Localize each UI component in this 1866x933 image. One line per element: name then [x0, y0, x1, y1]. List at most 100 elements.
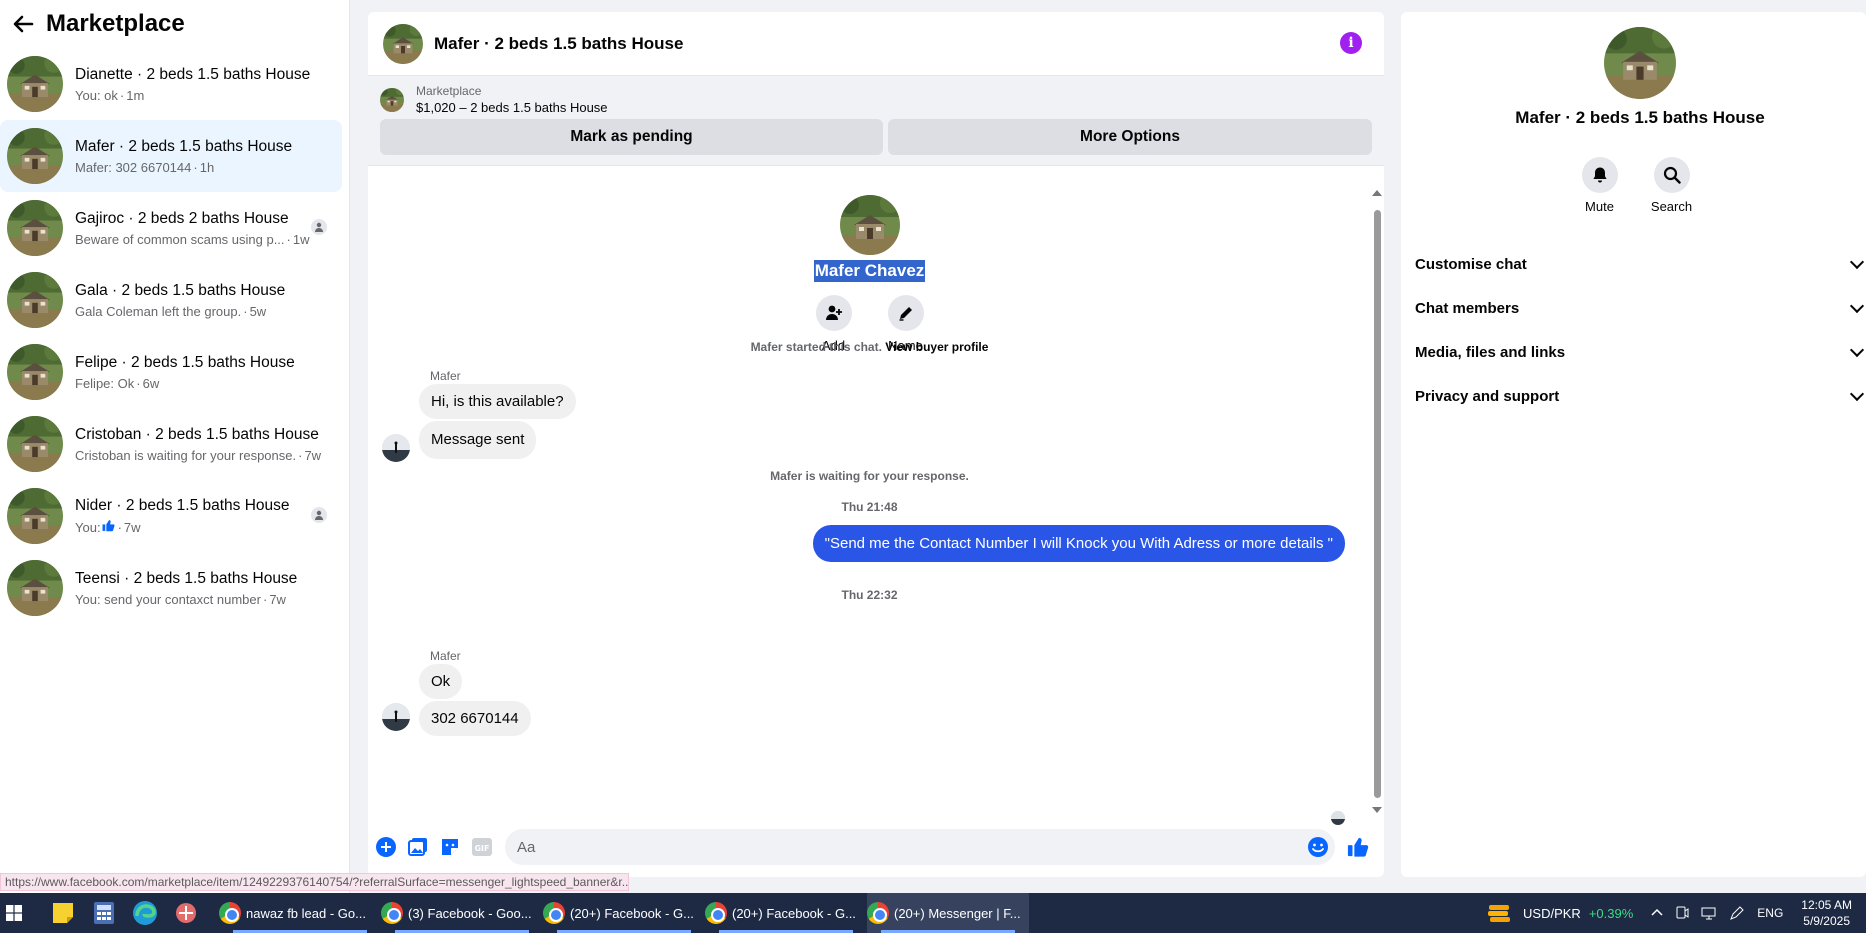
section-label: Privacy and support — [1415, 387, 1560, 405]
clock-date: 5/9/2025 — [1803, 914, 1850, 928]
conversation-avatar — [7, 416, 63, 472]
scroll-up-arrow[interactable] — [1372, 190, 1382, 196]
search-label: Search — [1650, 199, 1693, 214]
conversation-item[interactable]: Cristoban · 2 beds 1.5 baths House Cristo… — [0, 408, 341, 480]
profile-intro: Mafer Chavez Add Name — [368, 174, 1371, 353]
conversation-sidebar: Marketplace Dianette · 2 beds 1.5 baths … — [0, 0, 350, 893]
conversation-preview: You: send your contaxct number · 7w — [75, 591, 286, 607]
taskbar-window[interactable]: (3) Facebook - Goo... — [381, 893, 543, 933]
chat-scrollbar[interactable] — [1371, 174, 1384, 819]
conversation-preview: Beware of common scams using p... · 1w — [75, 231, 310, 247]
back-arrow-icon[interactable] — [10, 11, 36, 37]
sticky-notes-icon[interactable] — [48, 898, 78, 928]
gif-icon[interactable]: GIF — [471, 836, 493, 858]
conversation-avatar — [7, 344, 63, 400]
listing-info[interactable]: Marketplace $1,020 – 2 beds 1.5 baths Ho… — [380, 84, 1372, 115]
conversation-item[interactable]: Felipe · 2 beds 1.5 baths House Felipe: O… — [0, 336, 341, 408]
meet-now-icon[interactable] — [1675, 906, 1689, 920]
sender-name: Mafer — [430, 649, 461, 663]
conversation-item[interactable]: Dianette · 2 beds 1.5 baths House You: ok… — [0, 48, 341, 120]
message-composer: GIF — [368, 817, 1384, 877]
listing-price: $1,020 – 2 beds 1.5 baths House — [416, 100, 608, 115]
incoming-message[interactable]: Ok — [419, 664, 463, 699]
conversation-title: Teensi · 2 beds 1.5 baths House — [75, 569, 298, 587]
conversation-avatar — [7, 200, 63, 256]
timestamp: Thu 22:32 — [841, 588, 898, 602]
conversation-title: Nider · 2 beds 1.5 baths House — [75, 497, 290, 514]
taskbar-window[interactable]: (20+) Facebook - G... — [705, 893, 867, 933]
sender-avatar[interactable] — [382, 434, 410, 462]
scroll-thumb[interactable] — [1374, 210, 1381, 798]
bell-icon — [1581, 157, 1618, 193]
preview-time: 6w — [142, 375, 160, 391]
started-text: Mafer started this chat. — [750, 340, 882, 354]
thumbs-up-icon[interactable] — [1347, 836, 1369, 858]
system-clock[interactable]: 12:05 AM 5/9/2025 — [1801, 897, 1852, 929]
scroll-down-arrow[interactable] — [1372, 807, 1382, 813]
preview-time: 5w — [249, 303, 267, 319]
section-chat-members[interactable]: Chat members — [1415, 286, 1866, 330]
message-input-wrap — [505, 829, 1335, 865]
thumbs-up-icon — [102, 519, 115, 535]
chat-title[interactable]: Mafer · 2 beds 1.5 baths House — [434, 34, 683, 54]
chevron-down-icon — [1849, 342, 1865, 357]
chat-avatar[interactable] — [383, 23, 423, 64]
incoming-message[interactable]: Hi, is this available? — [419, 384, 576, 419]
group-icon — [311, 507, 327, 523]
outgoing-message[interactable]: "Send me the Contact Number I will Knock… — [812, 525, 1345, 562]
search-button[interactable]: Search — [1650, 157, 1693, 214]
conversation-item[interactable]: Teensi · 2 beds 1.5 baths House You: send… — [0, 552, 341, 624]
incoming-message[interactable]: Message sent — [419, 421, 537, 459]
conversation-item[interactable]: Gajiroc · 2 beds 2 baths House Beware of … — [0, 192, 341, 264]
section-label: Customise chat — [1415, 255, 1527, 273]
message-thread: Mafer Chavez Add Name Mafer started this… — [368, 174, 1371, 825]
sticker-icon[interactable] — [439, 836, 461, 858]
chevron-down-icon — [1849, 386, 1865, 401]
view-buyer-profile-link[interactable]: View buyer profile — [885, 340, 988, 354]
emoji-icon[interactable] — [1307, 836, 1329, 863]
profile-name[interactable]: Mafer Chavez — [813, 260, 926, 282]
conversation-item[interactable]: Mafer · 2 beds 1.5 baths House Mafer: 302… — [0, 120, 342, 192]
more-options-button[interactable]: More Options — [888, 119, 1372, 155]
conversation-preview: You: ok · 1m — [75, 87, 145, 103]
taskbar-window[interactable]: nawaz fb lead - Go... — [219, 893, 381, 933]
info-icon[interactable]: i — [1340, 32, 1362, 54]
window-title: (20+) Facebook - G... — [732, 905, 856, 921]
preview-time: 7w — [304, 447, 322, 463]
pen-icon[interactable] — [1729, 905, 1745, 921]
waiting-notice: Mafer is waiting for your response. — [770, 469, 969, 483]
section-media-files-links[interactable]: Media, files and links — [1415, 330, 1866, 374]
details-avatar[interactable] — [1604, 27, 1676, 99]
edge-browser-icon[interactable] — [130, 898, 160, 928]
conversation-item[interactable]: Gala · 2 beds 1.5 baths House Gala Colema… — [0, 264, 341, 336]
sender-avatar[interactable] — [382, 703, 410, 731]
mute-button[interactable]: Mute — [1581, 157, 1618, 214]
profile-avatar[interactable] — [839, 195, 900, 255]
windows-start-icon[interactable] — [0, 893, 28, 933]
section-customise-chat[interactable]: Customise chat — [1415, 242, 1866, 286]
language-indicator[interactable]: ENG — [1757, 906, 1783, 920]
section-label: Chat members — [1415, 299, 1520, 317]
taskbar-window[interactable]: (20+) Messenger | F... — [867, 893, 1029, 933]
plus-icon[interactable] — [375, 836, 397, 858]
chevron-down-icon — [1849, 254, 1865, 269]
incoming-message[interactable]: 302 6670144 — [419, 701, 531, 736]
mark-pending-button[interactable]: Mark as pending — [380, 119, 883, 155]
section-privacy-support[interactable]: Privacy and support — [1415, 374, 1866, 418]
conversation-avatar — [7, 56, 63, 112]
chevron-up-icon[interactable] — [1651, 907, 1663, 919]
currency-widget[interactable]: USD/PKR +0.39% — [1487, 902, 1633, 924]
chrome-icon — [381, 902, 403, 924]
network-icon[interactable] — [1701, 906, 1717, 920]
message-input[interactable] — [505, 838, 1285, 856]
snipping-tool-icon[interactable] — [171, 898, 201, 928]
conversation-preview: Mafer: 302 6670144 · 1h — [75, 159, 215, 175]
photo-icon[interactable] — [407, 836, 429, 858]
calculator-icon[interactable] — [89, 898, 119, 928]
preview-text: Gala Coleman left the group. — [75, 303, 242, 319]
details-actions: Mute Search — [1581, 157, 1693, 214]
taskbar-window[interactable]: (20+) Facebook - G... — [543, 893, 705, 933]
preview-text: Mafer: 302 6670144 — [75, 159, 192, 175]
conversation-item[interactable]: Nider · 2 beds 1.5 baths House You: · 7w — [0, 480, 341, 552]
chat-started-notice: Mafer started this chat. View buyer prof… — [368, 340, 1371, 354]
